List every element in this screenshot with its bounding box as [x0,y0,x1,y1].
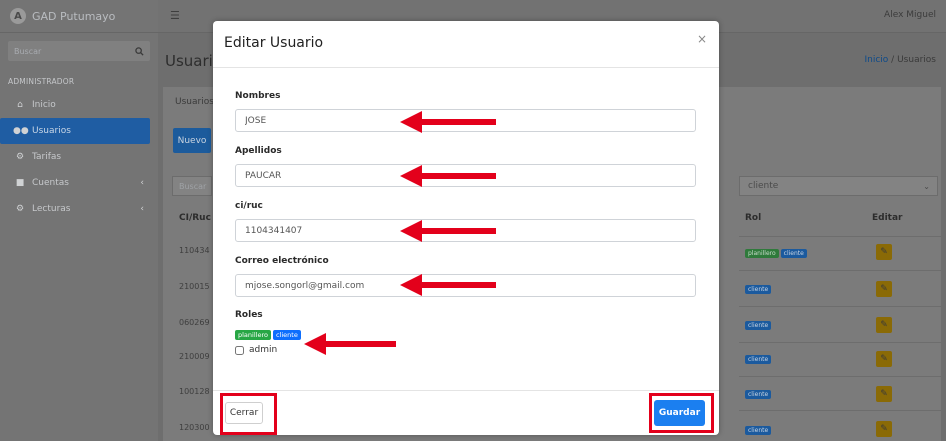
role-badge-cliente[interactable]: cliente [272,330,301,340]
annotation-arrow-icon [400,165,496,187]
app: A GAD Putumayo Buscar ADMINISTRADOR ⌂ In… [0,0,946,441]
user-name[interactable]: Alex Miguel [884,10,936,20]
edit-icon[interactable]: ✎ [876,244,892,260]
role-badge-planillero[interactable]: planillero [235,330,271,340]
modal-footer [213,390,719,436]
table-cell-roles: cliente [745,319,773,330]
role-badge: cliente [745,321,772,330]
breadcrumb-home-link[interactable]: Inicio [864,55,888,65]
sidebar-item-label: Inicio [32,100,56,110]
role-badge: cliente [745,390,772,399]
edit-icon[interactable]: ✎ [876,351,892,367]
role-badge: cliente [745,285,772,294]
modal-title: Editar Usuario [224,35,324,51]
table-cell-id: 110434 [179,246,210,255]
new-user-button[interactable]: Nuevo [173,128,211,153]
row-divider [739,410,941,411]
brand[interactable]: A GAD Putumayo [0,0,158,33]
home-icon: ⌂ [17,100,23,110]
close-icon[interactable]: × [697,32,707,46]
sidebar-item-label: Tarifas [32,152,62,162]
annotation-arrow-icon [400,220,496,242]
annotation-arrow-icon [304,333,396,355]
sidebar-item-tarifas[interactable]: ⚙ Tarifas [0,144,158,170]
role-badge: cliente [745,426,772,435]
roles-label: Roles [235,310,263,320]
card-tab-usuarios[interactable]: Usuarios [175,97,214,107]
admin-checkbox[interactable] [235,345,244,355]
breadcrumb: Inicio / Usuarios [864,55,936,65]
column-header-id[interactable]: CI/Ruc [179,213,211,223]
edit-icon[interactable]: ✎ [876,421,892,437]
sidebar-item-usuarios[interactable]: ●● Usuarios [0,118,150,144]
ci-ruc-label: ci/ruc [235,201,263,211]
row-divider [739,270,941,271]
apellidos-label: Apellidos [235,146,282,156]
role-badge: cliente [780,249,807,258]
chevron-left-icon: ‹ [140,204,144,214]
column-header-editar[interactable]: Editar [872,213,903,223]
sidebar-item-label: Lecturas [32,204,71,214]
table-search-input[interactable]: Buscar [172,176,212,196]
row-divider [739,342,941,343]
table-cell-id: 210009 [179,352,210,361]
nombres-label: Nombres [235,91,281,101]
table-cell-id: 120300 [179,423,210,432]
edit-icon[interactable]: ✎ [876,386,892,402]
brand-name: GAD Putumayo [32,9,116,23]
role-badge: cliente [745,355,772,364]
table-cell-id: 100128 [179,387,210,396]
table-cell-roles: cliente [745,424,773,435]
sidebar: A GAD Putumayo Buscar ADMINISTRADOR ⌂ In… [0,0,158,441]
sidebar-item-inicio[interactable]: ⌂ Inicio [0,92,158,118]
sidebar-item-lecturas[interactable]: ⚙ Lecturas ‹ [0,196,158,222]
edit-icon[interactable]: ✎ [876,317,892,333]
edit-icon[interactable]: ✎ [876,281,892,297]
modal-header: Editar Usuario × [213,21,719,68]
table-cell-roles: cliente [745,283,773,294]
sidebar-item-cuentas[interactable]: ■ Cuentas ‹ [0,170,158,196]
book-icon: ■ [15,178,25,188]
cogs-icon: ⚙ [15,152,25,162]
role-badge: planillero [745,249,779,258]
table-cell-id: 060269 [179,318,210,327]
sidebar-item-label: Cuentas [32,178,69,188]
column-header-rol[interactable]: Rol [745,213,761,223]
table-cell-roles: cliente [745,353,773,364]
page-title: Usuari [165,52,213,70]
search-icon[interactable] [135,46,144,56]
chevron-down-icon: ⌄ [923,181,930,191]
hamburger-icon[interactable]: ☰ [170,9,180,22]
row-divider [739,306,941,307]
users-icon: ●● [13,126,29,136]
table-cell-roles: planillero cliente [745,247,809,258]
chevron-left-icon: ‹ [140,178,144,188]
role-filter-select[interactable]: cliente ⌄ [739,176,938,196]
brand-logo-icon: A [10,8,26,24]
role-filter-value: cliente [748,181,779,191]
row-divider [739,236,941,237]
breadcrumb-current: Usuarios [897,55,936,65]
table-cell-id: 210015 [179,282,210,291]
admin-checkbox-row[interactable]: admin [235,345,277,355]
row-divider [739,376,941,377]
breadcrumb-separator: / [891,55,895,65]
sidebar-section-label: ADMINISTRADOR [8,77,75,86]
highlight-box-save [649,393,714,433]
cogs-icon: ⚙ [15,204,25,214]
sidebar-item-label: Usuarios [32,126,71,136]
table-cell-roles: cliente [745,388,773,399]
email-label: Correo electrónico [235,256,329,266]
sidebar-search-placeholder: Buscar [14,46,42,56]
roles-badges: planillero cliente [235,329,303,340]
admin-checkbox-label: admin [249,345,278,355]
sidebar-nav: ⌂ Inicio ●● Usuarios ⚙ Tarifas ■ Cuentas… [0,92,158,222]
sidebar-search-input[interactable]: Buscar [8,41,150,61]
annotation-arrow-icon [400,274,496,296]
highlight-box-close [220,393,277,435]
annotation-arrow-icon [400,111,496,133]
